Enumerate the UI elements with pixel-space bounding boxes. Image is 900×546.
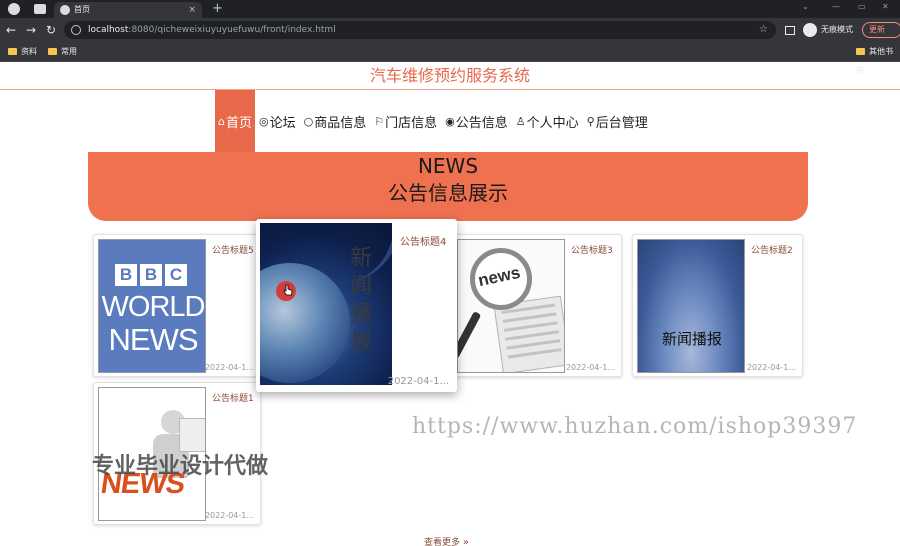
side-panel-icon[interactable]: [785, 26, 795, 35]
folder-icon: [48, 48, 57, 55]
hand-cursor-icon: [283, 284, 293, 296]
notice-image-globe[interactable]: 新闻播报: [260, 223, 392, 385]
folder-icon: [856, 48, 865, 55]
product-icon: ○: [303, 114, 314, 128]
back-icon[interactable]: ←: [6, 22, 16, 38]
notice-card[interactable]: BBC WORLD NEWS 公告标题5 2022-04-1...: [93, 234, 261, 377]
bookmarks-bar: 资料 常用 其他书签: [0, 42, 900, 75]
newspaper-shape: [179, 418, 205, 452]
menu-label: 论坛: [269, 115, 296, 131]
minimize-icon[interactable]: —: [832, 0, 840, 14]
chevron-down-icon[interactable]: ⌄: [802, 0, 809, 14]
news-banner: NEWS 公告信息展示: [88, 152, 808, 221]
site-title: 汽车维修预约服务系统: [369, 66, 530, 85]
notice-title[interactable]: 公告标题2: [751, 243, 793, 256]
url-text: localhost:8080/qicheweixiuyuyuefuwu/fron…: [88, 21, 336, 39]
bbc-letter: C: [165, 264, 187, 286]
menu-label: 公告信息: [455, 115, 508, 131]
notice-date: 2022-04-1...: [204, 363, 254, 372]
bbc-letter: B: [115, 264, 137, 286]
menu-item-home[interactable]: ⌂ 首页: [215, 90, 255, 152]
tab-title: 首页: [74, 5, 90, 14]
close-tab-icon[interactable]: ×: [188, 3, 196, 17]
menu-item-profile[interactable]: ♙ 个人中心: [512, 90, 583, 152]
menu-item-notices[interactable]: ◉ 公告信息: [441, 90, 512, 152]
bbc-word-world: WORLD: [101, 291, 205, 323]
incognito-label: 无痕模式: [821, 25, 853, 34]
browser-tab[interactable]: 首页 ×: [54, 2, 202, 18]
double-chevron-right-icon: »: [462, 537, 470, 546]
notice-title[interactable]: 公告标题1: [212, 391, 254, 404]
site-info-icon[interactable]: [71, 25, 81, 35]
main-menu: ⌂ 首页 ◎ 论坛 ○ 商品信息 ⚐ 门店信息 ◉ 公告信息 ♙ 个人中心 ⚲ 后台管理: [215, 90, 652, 152]
image-caption: 新闻播报: [661, 330, 722, 348]
browser-tabbar: 首页 × + ⌄ — ▭ ✕: [0, 0, 900, 18]
menu-item-stores[interactable]: ⚐ 门店信息: [370, 90, 441, 152]
notice-image-sky[interactable]: 新闻播报: [637, 239, 745, 373]
bbc-word-news: NEWS: [108, 322, 199, 357]
magnifier-handle: [458, 311, 482, 359]
banner-title-cn: 公告信息展示: [388, 181, 508, 205]
menu-label: 商品信息: [314, 115, 367, 131]
incognito-icon[interactable]: [803, 23, 817, 37]
notice-title[interactable]: 公告标题5: [212, 243, 254, 256]
notice-title[interactable]: 公告标题3: [571, 243, 613, 256]
new-tab-button[interactable]: +: [212, 0, 223, 17]
url-host: localhost: [88, 25, 129, 35]
bbc-logo: BBC: [115, 264, 187, 286]
update-button[interactable]: 更新: [862, 22, 900, 38]
notice-date: 2022-04-1...: [204, 511, 254, 520]
globe-icon[interactable]: [8, 3, 20, 15]
user-icon: ♙: [515, 114, 526, 128]
notice-date: 2022-04-1...: [746, 363, 796, 372]
favicon-icon: [60, 5, 70, 15]
menu-label: 门店信息: [385, 115, 438, 131]
restore-icon[interactable]: ▭: [858, 0, 866, 14]
banner-title-en: NEWS: [417, 154, 479, 178]
link-icon: ⚲: [586, 114, 595, 128]
watermark-url: https://www.huzhan.com/ishop39397: [412, 414, 858, 439]
menu-item-forum[interactable]: ◎ 论坛: [255, 90, 300, 152]
tab-overview-icon[interactable]: [34, 4, 46, 14]
menu-label: 首页: [225, 115, 252, 131]
view-more-label: 查看更多: [424, 538, 461, 546]
menu-item-admin[interactable]: ⚲ 后台管理: [583, 90, 652, 152]
bookmark-folder-1[interactable]: 资料: [8, 42, 37, 61]
menu-label: 后台管理: [595, 115, 648, 131]
menu-item-products[interactable]: ○ 商品信息: [300, 90, 371, 152]
close-window-icon[interactable]: ✕: [882, 0, 889, 14]
forward-icon[interactable]: →: [26, 22, 36, 38]
bookmark-label: 资料: [21, 47, 37, 56]
url-path: :8080/qicheweixiuyuyuefuwu/front/index.h…: [128, 25, 336, 35]
bookmark-label: 常用: [61, 47, 77, 56]
notice-image-bbc[interactable]: BBC WORLD NEWS: [98, 239, 206, 373]
notice-card[interactable]: news 公告标题3 2022-04-1...: [452, 234, 622, 377]
notice-icon: ◉: [445, 114, 455, 128]
image-caption: 新闻播报: [349, 246, 372, 355]
reload-icon[interactable]: ↻: [46, 22, 56, 38]
bookmark-folder-2[interactable]: 常用: [48, 42, 77, 61]
store-flag-icon: ⚐: [374, 114, 385, 128]
magnifier-text: news: [476, 262, 522, 291]
notice-date: 2022-04-1...: [387, 376, 449, 387]
bookmark-star-icon[interactable]: ☆: [759, 21, 768, 39]
notice-card[interactable]: 新闻播报 公告标题2 2022-04-1...: [632, 234, 803, 377]
folder-icon: [8, 48, 17, 55]
bbc-letter: B: [140, 264, 162, 286]
watermark-text: 专业毕业设计代做: [92, 454, 269, 479]
address-bar-row: ← → ↻ localhost:8080/qicheweixiuyuyuefuw…: [0, 18, 900, 42]
home-icon: ⌂: [218, 114, 225, 128]
url-field[interactable]: localhost:8080/qicheweixiuyuyuefuwu/fron…: [64, 21, 776, 39]
magnifier-icon: news: [470, 248, 532, 310]
notice-title[interactable]: 公告标题4: [400, 233, 446, 248]
notice-image-magnifier[interactable]: news: [457, 239, 565, 373]
notice-date: 2022-04-1...: [565, 363, 615, 372]
notice-card-hovered[interactable]: 新闻播报 公告标题4 2022-04-1...: [256, 219, 457, 392]
forum-icon: ◎: [259, 114, 269, 128]
menu-label: 个人中心: [526, 115, 579, 131]
view-more-link[interactable]: 查看更多 »: [424, 538, 469, 546]
